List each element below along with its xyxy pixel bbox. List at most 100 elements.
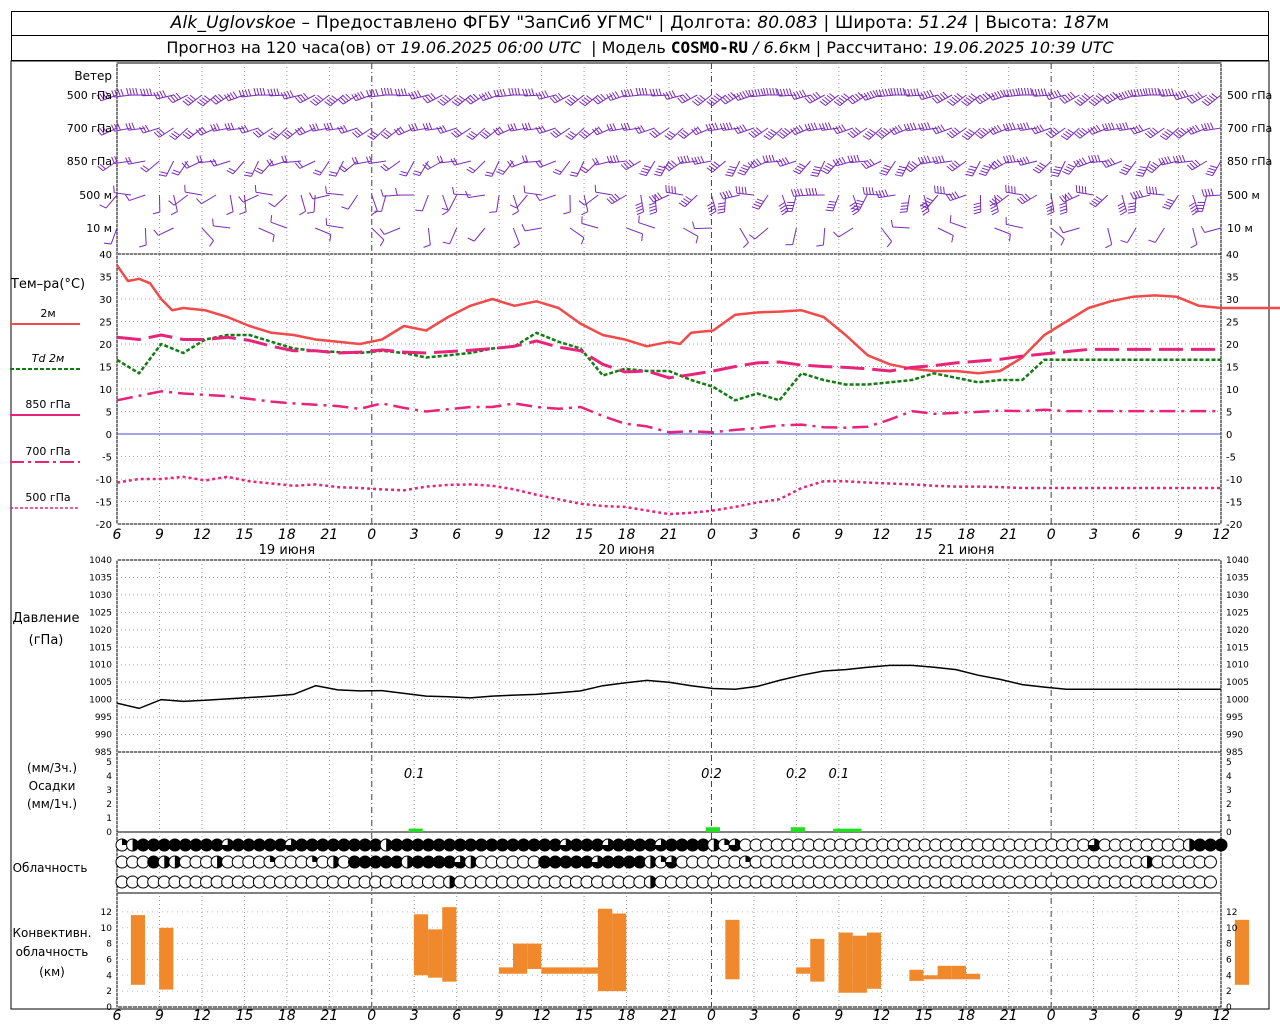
x-tick-label: 3: [749, 1008, 758, 1024]
wind-barb-10m: [994, 227, 1011, 242]
x-tick-label: 6: [792, 527, 801, 543]
x-tick-label: 0: [707, 1008, 716, 1024]
x-tick-label: 3: [410, 1008, 419, 1024]
wind-barb-700hpa: [664, 127, 684, 140]
wind-barb-500m: [862, 186, 882, 196]
wind-barb-500m: [563, 194, 571, 215]
conv-y-tick: 4: [1226, 971, 1232, 981]
wind-barb-10m: [325, 218, 344, 229]
pressure-y-tick: 1025: [89, 608, 112, 618]
conv-y-tick: 0: [1226, 1003, 1232, 1013]
wind-barb-500hpa: [508, 87, 528, 96]
temp-y-tick: -10: [1226, 475, 1242, 486]
wind-barb-500hpa: [1186, 91, 1208, 104]
pressure-y-tick: 985: [95, 748, 112, 758]
wind-barb-500m: [509, 194, 528, 209]
temp-y-tick: 10: [99, 385, 112, 396]
x-tick-label: 21: [1000, 1008, 1018, 1024]
wind-barb-500m: [196, 194, 217, 205]
x-tick-label: 12: [533, 1008, 551, 1024]
wind-barb-700hpa: [1116, 122, 1137, 131]
wind-barb-500m: [238, 194, 259, 203]
wind-barb-10m: [258, 227, 275, 242]
wind-barb-10m: [139, 227, 147, 248]
wind-barb-500hpa: [635, 87, 655, 96]
wind-barb-500hpa: [790, 89, 811, 100]
temp-title: Тем–ра(°С): [10, 277, 85, 292]
pressure-y-tick: 1030: [1226, 591, 1249, 601]
x-tick-label: 6: [792, 1008, 801, 1024]
wind-level-label: 10 м: [86, 222, 112, 235]
wind-barb-10m: [270, 214, 288, 229]
wind-barb-850hpa: [1135, 160, 1151, 177]
conv-unit: (км): [39, 965, 65, 979]
pressure-y-tick: 1015: [1226, 643, 1249, 653]
temp-y-tick: -10: [96, 475, 112, 486]
wind-barb-500m: [184, 184, 203, 196]
wind-barb-500hpa: [380, 87, 401, 96]
wind-barb-850hpa: [737, 160, 755, 176]
wind-barb-10m: [1148, 227, 1165, 243]
temp-y-tick: 25: [99, 318, 112, 329]
wind-barb-850hpa: [1062, 160, 1080, 175]
conv-cloud-bar: [725, 919, 740, 980]
wind-barb-850hpa: [294, 160, 316, 169]
wind-barb-500m: [299, 194, 307, 216]
wind-barb-850hpa: [725, 160, 741, 177]
wind-barb-850hpa: [1101, 157, 1123, 168]
conv-cloud-bar: [838, 932, 853, 993]
wind-barb-850hpa: [535, 160, 556, 168]
wind-barb-500m: [784, 194, 797, 212]
pressure-y-tick: 1040: [89, 556, 112, 566]
precip-value-label: 0.1: [829, 767, 850, 782]
temp-y-tick: -5: [1226, 453, 1236, 464]
wind-barb-850hpa: [552, 160, 571, 176]
wind-level-label: 500 м: [79, 189, 112, 202]
pressure-y-tick: 1030: [89, 591, 112, 601]
temp-legend-label: Td 2м: [32, 352, 65, 365]
cloud-symbol-mid: [1203, 855, 1217, 869]
temp-y-tick: 35: [99, 273, 112, 284]
wind-barb-500hpa: [253, 87, 273, 96]
day-label: 21 июня: [938, 543, 994, 558]
wind-barb-850hpa: [125, 156, 146, 165]
wind-barb-500m: [124, 194, 146, 202]
x-tick-label: 9: [155, 527, 164, 543]
temp-y-tick: 10: [1226, 385, 1239, 396]
temp-y-tick: -20: [1226, 520, 1242, 531]
wind-barb-10m: [521, 224, 542, 232]
conv-cloud-bar: [866, 932, 882, 989]
precip-y-tick: 3: [106, 786, 112, 796]
wind-level-label: 850 гПа: [1227, 155, 1272, 168]
wind-barb-500hpa: [126, 87, 146, 96]
conv-cloud-bar: [923, 975, 938, 980]
x-tick-label: 6: [452, 1008, 461, 1024]
precip-y-tick: 2: [1226, 800, 1232, 810]
wind-barb-500hpa: [1088, 93, 1109, 107]
wind-barb-10m: [212, 218, 231, 229]
temp-legend-label: 700 гПа: [25, 445, 70, 458]
pressure-y-tick: 985: [1226, 748, 1243, 758]
wind-barb-500hpa: [890, 87, 910, 96]
pressure-y-tick: 990: [95, 731, 112, 741]
wind-barb-700hpa: [1017, 122, 1038, 131]
precip-bar: [408, 828, 423, 832]
conv-cloud-bar: [852, 935, 867, 993]
wind-barb-500hpa: [1145, 87, 1165, 96]
meteogram: 6699121215151818212100336699121215151818…: [10, 60, 1280, 1024]
temp-y-tick: 25: [1226, 318, 1239, 329]
temp-legend-label: 500 гПа: [25, 491, 70, 504]
wind-barb-500m: [113, 185, 132, 196]
wind-barb-850hpa: [792, 160, 811, 175]
precip-title: Осадки: [29, 779, 76, 793]
wind-barb-500hpa: [706, 93, 726, 107]
wind-barb-850hpa: [762, 154, 783, 164]
wind-barb-10m: [423, 227, 431, 248]
wind-barb-10m: [201, 227, 214, 247]
wind-barb-700hpa: [565, 127, 585, 140]
wind-barb-850hpa: [1050, 160, 1066, 177]
precip-y-tick: 1: [106, 814, 112, 824]
wind-barb-500m: [594, 184, 613, 196]
pressure-y-tick: 1035: [1226, 573, 1249, 583]
pressure-y-tick: 995: [1226, 713, 1243, 723]
